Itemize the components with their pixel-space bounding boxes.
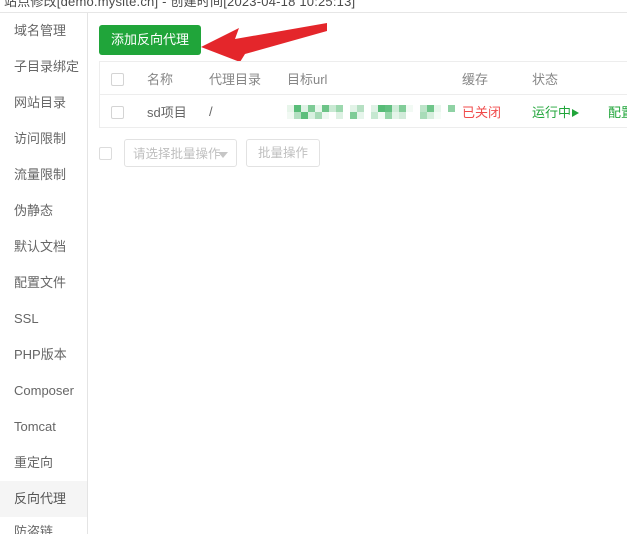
sidebar-item-access[interactable]: 访问限制	[0, 121, 87, 157]
window-title-text: 站点修改[demo.mysite.cn] - 创建时间[2023-04-18 1…	[4, 0, 356, 9]
sidebar-item-conf-file[interactable]: 配置文件	[0, 265, 87, 301]
row-select-cell	[100, 94, 147, 128]
add-reverse-proxy-button[interactable]: 添加反向代理	[99, 25, 202, 55]
window-title-strip: 站点修改[demo.mysite.cn] - 创建时间[2023-04-18 1…	[0, 0, 627, 13]
sidebar-item-ssl[interactable]: SSL	[0, 301, 87, 337]
cell-operations: 配置文件|编辑	[608, 94, 627, 128]
batch-select-all-checkbox[interactable]	[99, 146, 112, 160]
cell-proxy-dir: /	[209, 94, 287, 128]
column-header-status: 状态	[532, 62, 608, 95]
sidebar-item-anti-leech[interactable]: 防盗链	[0, 517, 87, 534]
reverse-proxy-table-container: 名称 代理目录 目标url 缓存 状态 sd项目 / 已关闭 运行中 配	[99, 61, 627, 128]
column-header-target-url: 目标url	[287, 62, 462, 95]
table-body: sd项目 / 已关闭 运行中 配	[100, 94, 627, 128]
table-header-row: 名称 代理目录 目标url 缓存 状态	[100, 62, 627, 95]
select-all-checkbox[interactable]	[111, 72, 124, 86]
table-header: 名称 代理目录 目标url 缓存 状态	[100, 62, 627, 95]
sidebar-item-php-version[interactable]: PHP版本	[0, 337, 87, 373]
batch-operation-select-value: 请选择批量操作	[133, 147, 221, 161]
reverse-proxy-page: 站点修改[demo.mysite.cn] - 创建时间[2023-04-18 1…	[0, 0, 627, 534]
sidebar-item-rewrite[interactable]: 伪静态	[0, 193, 87, 229]
redacted-url-mosaic-icon	[287, 104, 455, 119]
play-triangle-icon[interactable]	[572, 108, 580, 117]
cache-status-text: 已关闭	[462, 104, 502, 120]
batch-operation-button[interactable]: 批量操作	[246, 139, 321, 167]
sidebar-item-domain[interactable]: 域名管理	[0, 13, 87, 49]
toolbar: 添加反向代理	[88, 13, 627, 61]
config-file-link[interactable]: 配置文件	[608, 105, 627, 120]
sidebar-item-default-doc[interactable]: 默认文档	[0, 229, 87, 265]
column-header-operations	[608, 62, 627, 95]
sidebar-item-traffic[interactable]: 流量限制	[0, 157, 87, 193]
batch-operation-bar: 请选择批量操作 批量操作	[99, 138, 627, 168]
column-header-proxy-dir: 代理目录	[209, 62, 287, 95]
sidebar-item-composer[interactable]: Composer	[0, 373, 87, 409]
cell-target-url	[287, 94, 462, 128]
red-left-arrow-annotation-icon	[201, 23, 327, 61]
sidebar-item-tomcat[interactable]: Tomcat	[0, 409, 87, 445]
sidebar-item-webroot[interactable]: 网站目录	[0, 85, 87, 121]
select-all-header	[100, 62, 147, 95]
column-header-cache: 缓存	[462, 62, 532, 95]
sidebar-item-redirect[interactable]: 重定向	[0, 445, 87, 481]
batch-operation-select[interactable]: 请选择批量操作	[124, 139, 237, 167]
sidebar-item-reverse-proxy[interactable]: 反向代理	[0, 481, 87, 517]
cell-status[interactable]: 运行中	[532, 94, 608, 128]
main-panel: 添加反向代理 名称 代理目录 目标url 缓存 状态 sd项目 / 已关闭 运行…	[88, 13, 627, 534]
chevron-down-icon	[218, 152, 228, 158]
row-checkbox[interactable]	[111, 105, 124, 119]
sidebar-item-subdir[interactable]: 子目录绑定	[0, 49, 87, 85]
cell-cache: 已关闭	[462, 94, 532, 128]
run-status-text: 运行中	[532, 104, 572, 120]
column-header-name: 名称	[147, 62, 209, 95]
settings-sidebar[interactable]: 域名管理 子目录绑定 网站目录 访问限制 流量限制 伪静态 默认文档 配置文件 …	[0, 13, 88, 534]
cell-name: sd项目	[147, 94, 209, 128]
table-row[interactable]: sd项目 / 已关闭 运行中 配	[100, 94, 627, 128]
reverse-proxy-table: 名称 代理目录 目标url 缓存 状态 sd项目 / 已关闭 运行中 配	[100, 62, 627, 128]
